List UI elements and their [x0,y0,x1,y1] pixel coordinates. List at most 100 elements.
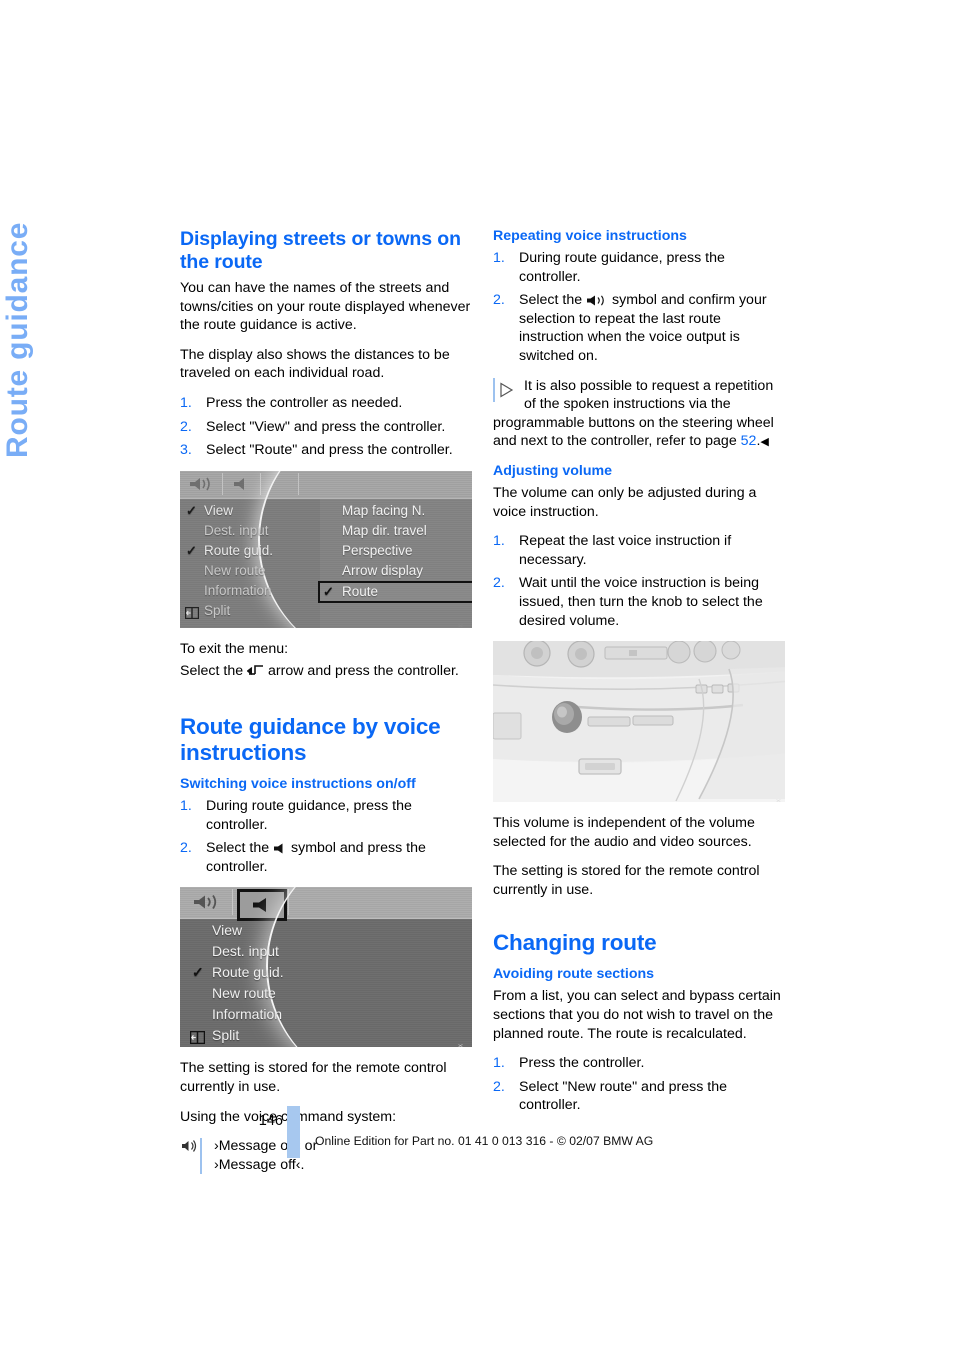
menu-item-label: Split [204,602,231,618]
idrive-main-menu-list: ✓ View Dest. input ✓ Route guid. New rou… [184,501,332,621]
menu-item-label: Information [212,1006,283,1023]
speaker-mute-icon [273,843,287,854]
step-text: Select "View" and press the controller. [206,418,446,435]
idrive-main-menu-list-2: View Dest. input ✓ Route guid. New route… [188,920,338,1046]
step-text: Repeat the last voice instruction if nec… [519,533,732,568]
menu-item-information[interactable]: Information [184,581,332,601]
split-screen-icon [189,1029,206,1047]
menu-item-new-route[interactable]: New route [184,561,332,581]
list-item: 1. During route guidance, press the cont… [493,249,785,286]
step-text: Press the controller as needed. [206,394,403,411]
speaker-mute-icon-selected[interactable] [237,889,287,922]
exit-menu-line2: Select the arrow and press the controlle… [180,662,472,681]
figure-watermark: SEH_1_XXXX [452,624,471,628]
list-item: 1. Repeat the last voice instruction if … [493,532,785,569]
exit-menu-line1: To exit the menu: [180,640,289,657]
steps-displaying-streets: 1. Press the controller as needed. 2. Se… [180,394,472,460]
menu-item-dest-input[interactable]: Dest. input [188,941,338,962]
page-reference-link[interactable]: 52 [741,433,757,449]
footer-accent-bar [287,1106,300,1158]
figure-center-console-photo: SEH_XX_XXXX [493,641,785,803]
center-console-illustration: SEH_XX_XXXX [493,641,785,803]
step-text: Wait until the voice instruction is bein… [519,575,763,629]
idrive-top-cell-3 [260,472,299,495]
menu-item-label: Split [212,1027,240,1044]
note-text: It is also possible to request a repetit… [493,377,785,452]
figure-idrive-voice-toggle: View Dest. input ✓ Route guid. New route… [180,887,472,1048]
steps-repeating-voice: 1. During route guidance, press the cont… [493,249,785,366]
figure-idrive-view-menu: ✓ View Dest. input ✓ Route guid. New rou… [180,470,472,628]
steps-adjusting-volume: 1. Repeat the last voice instruction if … [493,532,785,630]
manual-page: Route guidance Displaying streets or tow… [0,0,954,1351]
step-text: Select "Route" and press the controller. [206,442,453,459]
submenu-item-label: Arrow display [342,562,424,578]
menu-item-label: Route guid. [212,964,284,981]
check-icon: ✓ [323,583,334,599]
exit-menu-text-before: Select the [180,663,244,680]
step-number: 1. [180,797,192,814]
menu-item-dest-input[interactable]: Dest. input [184,521,332,541]
menu-item-view[interactable]: ✓ View [184,501,332,521]
submenu-item-perspective[interactable]: Perspective [320,541,468,561]
step-number: 1. [180,394,192,411]
submenu-item-route[interactable]: ✓ Route [318,580,472,603]
step-text-before: Select the [519,292,583,309]
menu-item-label: New route [212,985,276,1002]
list-item: 3. Select "Route" and press the controll… [180,441,472,460]
menu-item-label: View [204,502,234,518]
menu-item-new-route[interactable]: New route [188,983,338,1004]
steps-switching-voice: 1. During route guidance, press the cont… [180,797,472,876]
split-screen-icon [184,605,200,625]
list-item: 1. During route guidance, press the cont… [180,797,472,834]
menu-item-view[interactable]: View [188,920,338,941]
submenu-item-map-facing-n[interactable]: Map facing N. [320,501,468,521]
step-text: During route guidance, press the control… [206,797,412,833]
subheading-avoiding-route-sections: Avoiding route sections [493,966,655,983]
check-icon: ✓ [186,502,197,518]
menu-item-information[interactable]: Information [188,1004,338,1025]
voice-command-line-2: ›Message off‹. [214,1156,305,1173]
paragraph-setting-stored-right: The setting is stored for the remote con… [493,863,760,898]
note-end-marker: ◀ [760,436,769,449]
menu-item-label: View [212,922,243,939]
menu-item-label: Dest. input [212,943,279,960]
check-icon: ✓ [186,542,197,558]
exit-menu-text-after: arrow and press the controller. [268,663,459,680]
menu-item-label: New route [204,562,266,578]
list-item: 2. Select the symbol and confirm your se… [493,291,785,365]
menu-item-label: Dest. input [204,522,269,538]
section-heading-displaying-streets: Displaying streets or towns on the route [180,228,461,273]
step-text: Press the controller. [519,1055,645,1072]
step-number: 2. [493,575,505,592]
idrive-submenu-list: Map facing N. Map dir. travel Perspectiv… [318,501,472,603]
chapter-tab-label: Route guidance [1,221,34,458]
menu-item-split[interactable]: Split [188,1025,338,1046]
section-heading-route-guidance-voice: Route guidance by voice instructions [180,713,441,765]
step-number: 2. [180,840,192,857]
menu-item-route-guid[interactable]: ✓ Route guid. [188,962,338,983]
menu-item-label: Information [204,582,272,598]
section-heading-changing-route: Changing route [493,930,657,956]
top-bar-separator [288,889,289,916]
submenu-item-label: Perspective [342,542,413,558]
page-number: 146 [258,1113,283,1129]
speaker-on-icon[interactable] [184,889,230,915]
list-item: 2. Select "View" and press the controlle… [180,418,472,437]
step-number: 2. [493,292,505,309]
figure-watermark: SEH_XX_XXXX [452,1043,471,1047]
menu-item-split[interactable]: Split [184,601,332,621]
speaker-on-icon [586,295,608,306]
list-item: 1. Press the controller. [493,1054,785,1073]
submenu-item-arrow-display[interactable]: Arrow display [320,561,468,581]
paragraph-streets-intro: You can have the names of the streets an… [180,280,471,334]
step-number: 2. [180,418,192,435]
list-item: 1. Press the controller as needed. [180,394,472,413]
idrive-top-bar [180,470,472,499]
figure-watermark: SEH_XX_XXXX [770,798,785,802]
menu-item-route-guid[interactable]: ✓ Route guid. [184,541,332,561]
paragraph-volume-intro: The volume can only be adjusted during a… [493,484,757,520]
submenu-item-label: Route [342,583,379,599]
subheading-adjusting-volume: Adjusting volume [493,462,613,479]
step-number: 2. [493,1078,505,1095]
submenu-item-map-dir-travel[interactable]: Map dir. travel [320,521,468,541]
